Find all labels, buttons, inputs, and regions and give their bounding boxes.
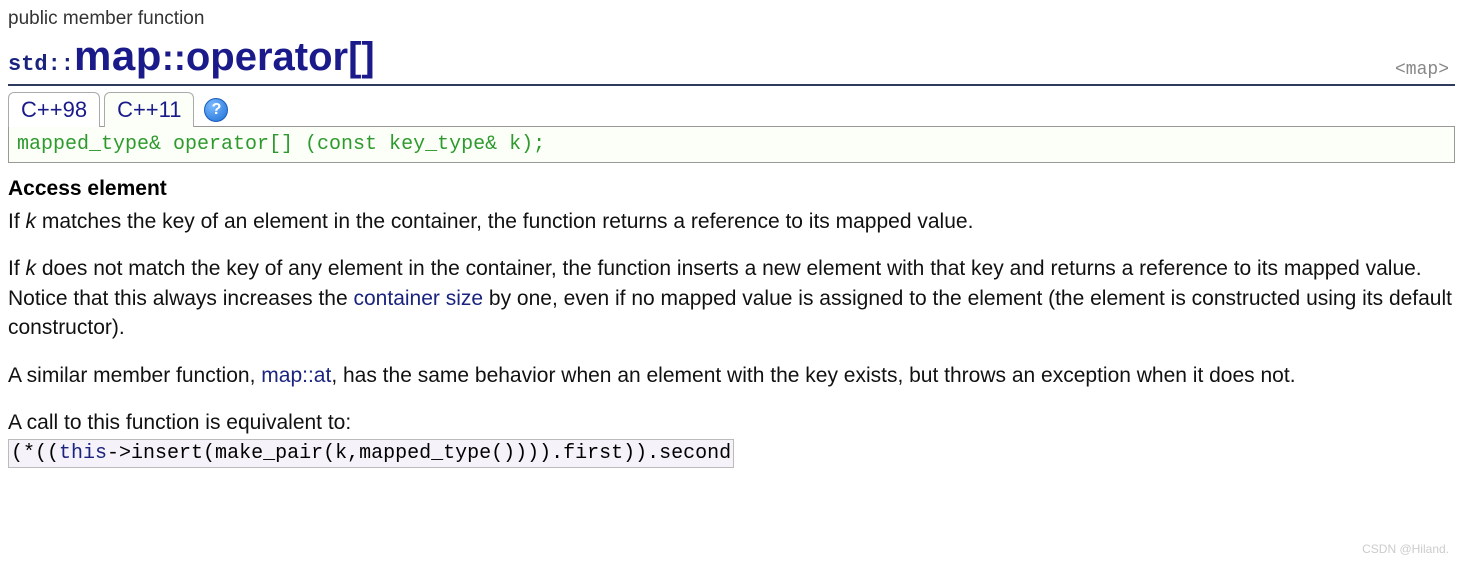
text: matches the key of an element in the con… — [36, 210, 973, 233]
text: , has the same behavior when an element … — [331, 364, 1295, 387]
page-title: std:: map :: operator[] — [8, 32, 375, 80]
map-at-link[interactable]: map::at — [261, 364, 331, 387]
include-header: <map> — [1395, 60, 1449, 80]
description-para-3: A similar member function, map::at, has … — [8, 361, 1455, 390]
watermark: CSDN @Hiland. — [1362, 542, 1449, 556]
equivalent-intro: A call to this function is equivalent to… — [8, 408, 1455, 437]
text: insert(make_pair(k,mapped_type()))).firs… — [131, 442, 731, 465]
param-k: k — [26, 210, 37, 233]
text: (*(( — [11, 442, 59, 465]
description-para-1: If k matches the key of an element in th… — [8, 207, 1455, 236]
section-title: Access element — [8, 177, 1455, 201]
category-label: public member function — [8, 8, 1455, 30]
text: -> — [107, 442, 131, 465]
tab-cpp98[interactable]: C++98 — [8, 92, 100, 127]
text: If — [8, 257, 26, 280]
container-size-link[interactable]: container size — [354, 287, 484, 310]
tab-cpp11[interactable]: C++11 — [104, 92, 194, 127]
class-name: map — [74, 32, 162, 80]
text: A similar member function, — [8, 364, 261, 387]
keyword-this: this — [59, 442, 107, 465]
text: If — [8, 210, 26, 233]
scope-separator: :: — [162, 37, 186, 79]
description-para-2: If k does not match the key of any eleme… — [8, 254, 1455, 342]
namespace: std:: — [8, 52, 74, 77]
function-signature: mapped_type& operator[] (const key_type&… — [8, 126, 1455, 163]
equivalent-expression: (*((this->insert(make_pair(k,mapped_type… — [8, 439, 734, 468]
help-icon[interactable]: ? — [204, 98, 228, 122]
version-tabs: C++98 C++11 ? — [8, 92, 1455, 127]
param-k: k — [26, 257, 37, 280]
title-row: std:: map :: operator[] <map> — [8, 32, 1455, 86]
function-name: operator[] — [186, 35, 375, 80]
